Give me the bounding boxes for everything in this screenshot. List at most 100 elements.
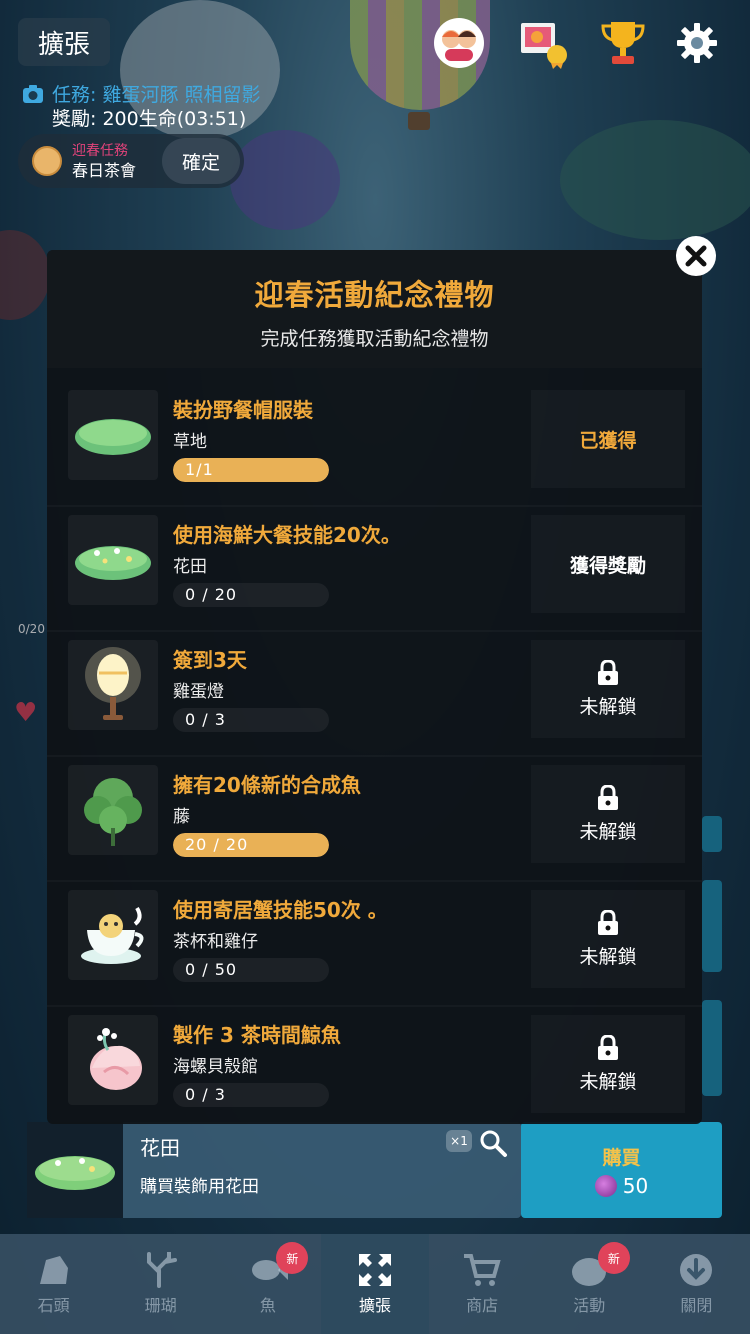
nav-label: 魚 xyxy=(259,1296,276,1315)
task-row: 裝扮野餐帽服裝 草地 1/1 已獲得 xyxy=(47,380,702,505)
task-title: 擁有20條新的合成魚 xyxy=(173,773,361,797)
reward-item-name: 海螺貝殼館 xyxy=(173,1057,258,1077)
reward-item-name: 草地 xyxy=(173,432,207,452)
nav-label: 珊瑚 xyxy=(144,1296,177,1315)
lock-icon xyxy=(598,659,618,685)
shop-item-description: 購買裝飾用花田 xyxy=(140,1177,259,1197)
gem-icon xyxy=(594,1174,617,1197)
close-button[interactable] xyxy=(676,236,716,276)
status-label: 獲得獎勵 xyxy=(569,554,646,577)
mission-text: 任務: 雞蛋河豚 照相留影 xyxy=(52,84,261,106)
new-badge: 新 xyxy=(597,1242,630,1274)
expand-button[interactable]: 擴張 xyxy=(18,18,110,66)
egg-lamp-icon xyxy=(68,640,158,730)
magnifier-icon[interactable] xyxy=(478,1128,508,1158)
status-locked: 未解鎖 xyxy=(531,640,685,738)
task-row: 簽到3天 雞蛋燈 0 / 3 未解鎖 xyxy=(47,630,702,755)
reward-item-name: 雞蛋燈 xyxy=(173,682,224,702)
lock-icon xyxy=(598,909,618,935)
nav-label: 石頭 xyxy=(37,1296,70,1315)
nav-label: 擴張 xyxy=(358,1296,391,1315)
quantity-badge: ×1 xyxy=(446,1130,472,1152)
progress-text: 0 / 3 xyxy=(185,710,226,729)
task-row: 擁有20條新的合成魚 藤 20 / 20 未解鎖 xyxy=(47,755,702,880)
price-value: 50 xyxy=(622,1173,649,1198)
nav-item-close[interactable]: 關閉 xyxy=(643,1234,750,1334)
reward-item-name: 茶杯和雞仔 xyxy=(173,932,258,952)
nav-item-fish[interactable]: 魚 新 xyxy=(214,1234,321,1334)
friends-icon[interactable] xyxy=(430,14,488,72)
nav-label: 關閉 xyxy=(680,1296,713,1315)
album-icon[interactable] xyxy=(514,14,572,72)
mission-line[interactable]: 任務: 雞蛋河豚 照相留影 xyxy=(22,80,260,107)
status-locked: 未解鎖 xyxy=(531,765,685,863)
mission-pill-name: 春日茶會 xyxy=(72,161,137,180)
buy-label: 購買 xyxy=(602,1146,641,1169)
coin-icon xyxy=(32,146,62,176)
cart-icon xyxy=(464,1254,501,1286)
status-label: 已獲得 xyxy=(579,429,637,452)
camera-icon xyxy=(23,84,43,103)
status-label: 未解鎖 xyxy=(579,945,637,968)
task-row: 使用海鮮大餐技能20次。 花田 0 / 20 獲得獎勵 xyxy=(47,505,702,630)
nav-label: 商店 xyxy=(466,1296,499,1315)
status-earned: 已獲得 xyxy=(531,390,685,488)
nav-item-shop[interactable]: 商店 xyxy=(429,1234,536,1334)
reward-item-name: 藤 xyxy=(173,807,190,827)
vine-plant-icon xyxy=(68,765,158,855)
mission-pill-tag: 迎春任務 xyxy=(72,143,128,159)
progress-bar: 1/1 xyxy=(173,458,329,482)
task-title: 裝扮野餐帽服裝 xyxy=(173,398,313,422)
gear-icon[interactable] xyxy=(668,14,726,72)
expand-arrows-icon xyxy=(358,1254,391,1286)
conch-shell-house-icon xyxy=(68,1015,158,1105)
nav-item-expand[interactable]: 擴張 xyxy=(321,1234,429,1334)
grass-item-icon xyxy=(68,390,158,480)
progress-bar: 0 / 3 xyxy=(173,1083,329,1107)
confirm-button[interactable]: 確定 xyxy=(162,138,240,184)
progress-text: 1/1 xyxy=(185,460,214,479)
modal-header: 迎春活動紀念禮物 完成任務獲取活動紀念禮物 xyxy=(47,250,702,368)
task-title: 使用寄居蟹技能50次 。 xyxy=(173,898,388,922)
nav-item-stone[interactable]: 石頭 xyxy=(0,1234,107,1334)
flower-field-icon xyxy=(68,515,158,605)
modal-subtitle: 完成任務獲取活動紀念禮物 xyxy=(260,328,489,350)
task-row: 製作 3 茶時間鯨魚 海螺貝殼館 0 / 3 未解鎖 xyxy=(47,1005,702,1124)
coral-icon xyxy=(146,1252,177,1288)
lock-icon xyxy=(598,784,618,810)
reward-item-name: 花田 xyxy=(173,557,207,577)
progress-text: 0 / 3 xyxy=(185,1085,226,1104)
nav-item-coral[interactable]: 珊瑚 xyxy=(107,1234,214,1334)
event-gift-modal: 迎春活動紀念禮物 完成任務獲取活動紀念禮物 裝扮野餐帽服裝 草地 1/1 已獲得 xyxy=(47,250,702,1124)
close-icon xyxy=(685,245,707,267)
progress-bar: 0 / 50 xyxy=(173,958,329,982)
task-title: 製作 3 茶時間鯨魚 xyxy=(173,1023,341,1047)
event-mission-pill[interactable]: 迎春任務 春日茶會 確定 xyxy=(18,134,244,188)
nav-item-events[interactable]: 活動 新 xyxy=(536,1234,643,1334)
price: 50 xyxy=(594,1173,649,1198)
reward-text: 獎勵: 200生命(03:51) xyxy=(52,108,247,130)
status-locked: 未解鎖 xyxy=(531,890,685,988)
status-locked: 未解鎖 xyxy=(531,1015,685,1113)
new-badge: 新 xyxy=(276,1242,309,1274)
progress-text: 0 / 50 xyxy=(185,960,238,979)
nav-label: 活動 xyxy=(573,1296,606,1315)
task-list: 裝扮野餐帽服裝 草地 1/1 已獲得 使用海鮮大餐技能20次。 花田 0 / 2… xyxy=(47,380,702,1124)
arrow-down-icon xyxy=(680,1254,713,1286)
task-row: 使用寄居蟹技能50次 。 茶杯和雞仔 0 / 50 未解鎖 xyxy=(47,880,702,1005)
buy-button[interactable]: 購買 50 xyxy=(521,1122,722,1218)
teacup-chick-icon xyxy=(68,890,158,980)
claim-reward-button[interactable]: 獲得獎勵 xyxy=(531,515,685,613)
progress-bar: 0 / 3 xyxy=(173,708,329,732)
status-label: 未解鎖 xyxy=(579,695,637,718)
task-title: 簽到3天 xyxy=(173,648,247,672)
status-label: 未解鎖 xyxy=(579,820,637,843)
stone-icon xyxy=(39,1256,68,1284)
progress-text: 0 / 20 xyxy=(185,585,238,604)
shop-item-thumbnail xyxy=(27,1122,123,1218)
progress-bar: 0 / 20 xyxy=(173,583,329,607)
task-title: 使用海鮮大餐技能20次。 xyxy=(173,523,401,547)
modal-title: 迎春活動紀念禮物 xyxy=(254,278,495,312)
shop-item-name: 花田 xyxy=(140,1136,180,1160)
trophy-icon[interactable] xyxy=(594,14,652,72)
